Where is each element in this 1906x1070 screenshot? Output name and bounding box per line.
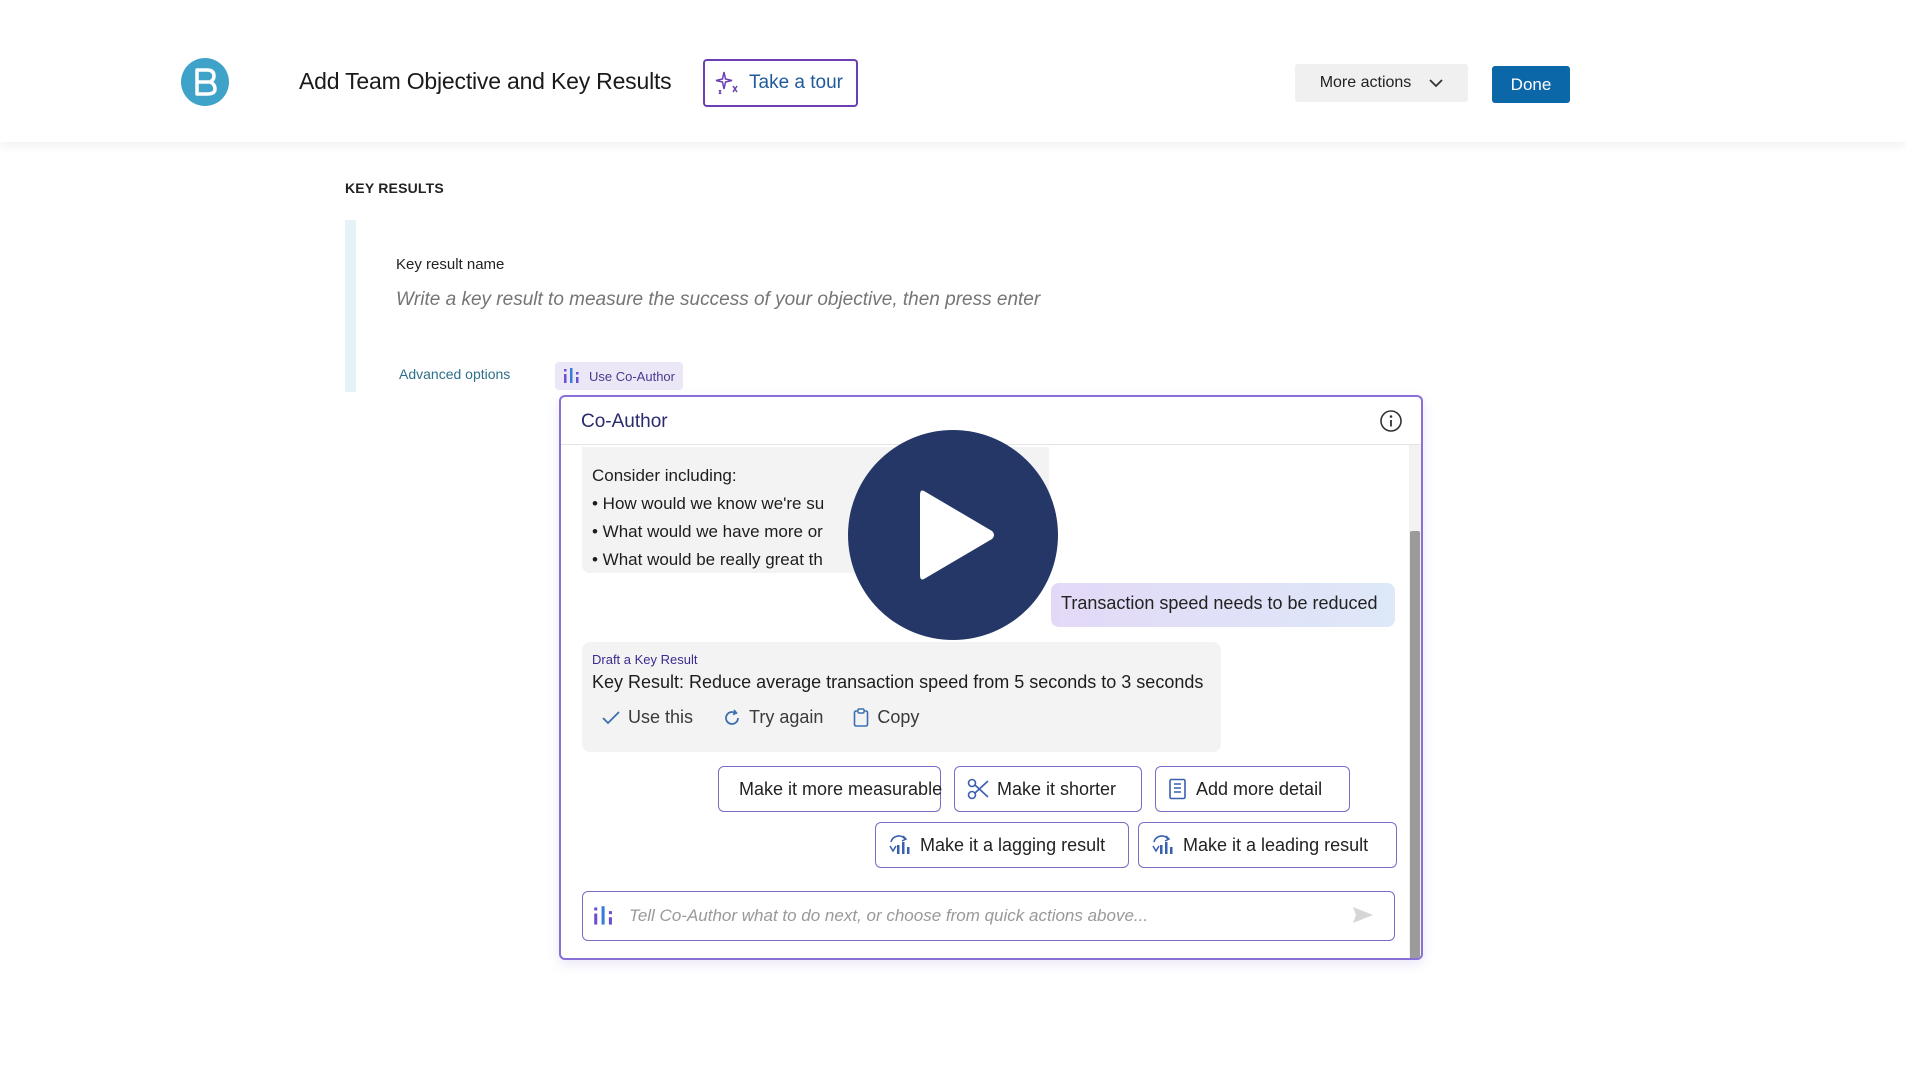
draft-text: Key Result: Reduce average transaction s…: [592, 672, 1204, 692]
key-result-name-label: Key result name: [396, 256, 505, 273]
copy-button[interactable]: Copy: [853, 707, 919, 728]
chevron-down-icon: [1429, 78, 1443, 87]
try-again-label: Try again: [749, 707, 824, 727]
use-this-button[interactable]: Use this: [602, 707, 693, 728]
trend-arrows-icon: [1152, 835, 1173, 854]
refresh-icon: [725, 708, 739, 725]
done-button[interactable]: Done: [1492, 66, 1570, 103]
scrollbar-thumb[interactable]: [1410, 531, 1420, 958]
make-more-measurable-button[interactable]: Make it more measurable: [718, 766, 943, 812]
coauthor-icon: [564, 368, 579, 383]
checkmark-icon: [602, 710, 620, 724]
app-logo[interactable]: [181, 58, 229, 106]
page-title: Add Team Objective and Key Results: [299, 68, 672, 94]
trend-arrows-icon: [889, 835, 910, 854]
play-video-button[interactable]: [848, 430, 1058, 640]
user-message-bubble: Transaction speed needs to be reduced: [1051, 583, 1395, 627]
coauthor-message-input[interactable]: [629, 906, 1329, 926]
top-header: Add Team Objective and Key Results Take …: [0, 0, 1906, 142]
more-actions-button[interactable]: More actions: [1295, 64, 1468, 102]
more-actions-label: More actions: [1319, 74, 1412, 91]
take-a-tour-button[interactable]: Take a tour: [703, 59, 858, 107]
key-result-accent-bar: [345, 220, 356, 392]
draft-label: Draft a Key Result: [592, 652, 698, 667]
coauthor-icon: [594, 906, 612, 925]
quick-action-label: Make it more measurable: [739, 778, 943, 799]
section-title: KEY RESULTS: [345, 180, 444, 196]
coauthor-composer: [582, 891, 1395, 941]
panel-scrollbar[interactable]: [1409, 445, 1421, 958]
quick-action-label: Add more detail: [1196, 778, 1323, 799]
quick-action-label: Make it a lagging result: [920, 834, 1106, 855]
key-result-name-input[interactable]: [396, 289, 1296, 311]
scissors-icon: [967, 778, 989, 800]
add-more-detail-button[interactable]: Add more detail: [1155, 766, 1350, 812]
quick-action-label: Make it a leading result: [1183, 834, 1369, 855]
clipboard-icon: [854, 708, 869, 727]
use-coauthor-button[interactable]: Use Co-Author: [555, 362, 683, 390]
sparkle-icon: [715, 71, 738, 95]
make-lagging-result-button[interactable]: Make it a lagging result: [875, 822, 1129, 868]
draft-actions: Use this Try again Copy: [602, 707, 919, 728]
draft-key-result-card: Draft a Key Result Key Result: Reduce av…: [582, 642, 1221, 752]
coauthor-panel-title: Co-Author: [581, 411, 668, 432]
info-icon[interactable]: [1379, 409, 1403, 433]
quick-action-label: Make it shorter: [997, 778, 1117, 799]
take-a-tour-label: Take a tour: [749, 72, 843, 93]
document-icon: [1169, 778, 1186, 800]
make-shorter-button[interactable]: Make it shorter: [954, 766, 1142, 812]
try-again-button[interactable]: Try again: [723, 707, 823, 728]
send-icon[interactable]: [1352, 905, 1374, 925]
make-leading-result-button[interactable]: Make it a leading result: [1138, 822, 1397, 868]
play-icon: [920, 490, 994, 580]
advanced-options-link[interactable]: Advanced options: [399, 366, 510, 382]
copy-label: Copy: [877, 707, 920, 727]
logo-b-icon: [195, 68, 217, 96]
use-this-label: Use this: [628, 707, 694, 727]
use-coauthor-label: Use Co-Author: [589, 368, 675, 384]
